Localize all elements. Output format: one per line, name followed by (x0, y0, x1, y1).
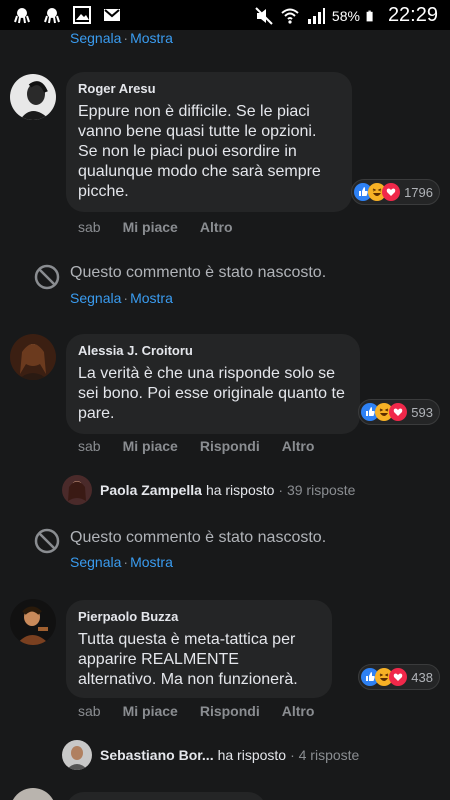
timestamp: sab (78, 438, 101, 454)
reply-author: Paola Zampella (100, 482, 202, 498)
hidden-comment-icon (34, 528, 60, 554)
reply-author: Sebastiano Bor... (100, 747, 214, 763)
show-link[interactable]: Mostra (130, 290, 173, 306)
report-link[interactable]: Segnala (70, 290, 121, 306)
system-indicators: 58% 22:29 (254, 4, 438, 27)
show-link[interactable]: Mostra (130, 554, 173, 570)
separator-dot: · (123, 290, 129, 306)
like-button[interactable]: Mi piace (123, 219, 178, 235)
comment-author[interactable]: Alessia J. Croitoru (78, 343, 348, 358)
octopus-icon (14, 8, 30, 24)
reaction-summary[interactable]: 593 (358, 399, 440, 425)
comment-bubble: Pierpaolo Buzza Tutta questa è meta-tatt… (66, 600, 332, 698)
comment-feed[interactable]: Segnala · Mostra Roger Aresu Eppure non è … (0, 30, 450, 800)
image-icon (73, 6, 91, 24)
comment-bubble: Roger Aresu Eppure non è difficile. Se l… (66, 72, 352, 212)
avatar[interactable] (10, 788, 56, 800)
wifi-icon (281, 8, 299, 24)
love-reaction-icon (389, 668, 408, 686)
status-bar: 58% 22:29 (0, 0, 450, 30)
hidden-comment-actions: Segnala · Mostra (70, 554, 173, 570)
reply-verb: ha risposto (205, 482, 275, 498)
avatar[interactable] (10, 74, 56, 120)
timestamp: sab (78, 219, 101, 235)
signal-icon (307, 7, 325, 24)
battery-icon (366, 10, 373, 21)
like-button[interactable]: Mi piace (123, 438, 178, 454)
separator-dot: · (123, 554, 129, 570)
timestamp: sab (78, 703, 101, 719)
comment-bubble: Alessia J. Croitoru La verità è che una … (66, 334, 360, 434)
more-button[interactable]: Altro (282, 703, 315, 719)
replies-preview[interactable]: Paola Zampella ha risposto · 39 risposte (62, 475, 355, 505)
avatar (62, 740, 92, 770)
comment-actions: sab Mi piace Rispondi Altro (78, 438, 336, 454)
hidden-comment-actions: Segnala · Mostra (70, 290, 173, 306)
reply-button[interactable]: Rispondi (200, 438, 260, 454)
separator-dot: · (123, 30, 129, 46)
show-link[interactable]: Mostra (130, 30, 173, 46)
like-button[interactable]: Mi piace (123, 703, 178, 719)
clock: 22:29 (387, 4, 438, 26)
mute-icon (255, 6, 273, 25)
more-button[interactable]: Altro (282, 438, 315, 454)
love-reaction-icon (389, 403, 408, 421)
reaction-count: 593 (411, 404, 433, 420)
comment-author[interactable]: Pierpaolo Buzza (78, 609, 320, 624)
reaction-summary[interactable]: 1796 (351, 179, 440, 205)
more-button[interactable]: Altro (200, 219, 233, 235)
hidden-comment-icon (34, 264, 60, 290)
comment-actions: sab Mi piace Rispondi Altro (78, 703, 336, 719)
love-reaction-icon (382, 183, 401, 201)
comment-text: Eppure non è difficile. Se le piaci vann… (78, 103, 321, 200)
hidden-comment-text: Questo commento è stato nascosto. (70, 264, 327, 281)
avatar[interactable] (10, 334, 56, 380)
reply-count: · 39 risposte (278, 482, 356, 498)
reply-button[interactable]: Rispondi (200, 703, 260, 719)
report-link[interactable]: Segnala (70, 30, 121, 46)
hidden-comment-actions: Segnala · Mostra (70, 30, 173, 46)
reaction-summary[interactable]: 438 (358, 664, 440, 690)
notification-icons (12, 5, 122, 25)
replies-preview[interactable]: Sebastiano Bor... ha risposto · 4 rispos… (62, 740, 359, 770)
reaction-count: 438 (411, 669, 433, 685)
reply-count: · 4 risposte (290, 747, 360, 763)
reply-verb: ha risposto (217, 747, 287, 763)
gmail-icon (104, 9, 120, 21)
comment-author[interactable]: Roger Aresu (78, 81, 340, 96)
avatar (62, 475, 92, 505)
hidden-comment-text: Questo commento è stato nascosto. (70, 529, 327, 546)
comment-text: La verità è che una risponde solo se sei… (78, 365, 345, 422)
reaction-count: 1796 (404, 184, 433, 200)
comment-bubble (66, 792, 266, 800)
comment-text: Tutta questa è meta-tattica per apparire… (78, 631, 298, 688)
avatar[interactable] (10, 599, 56, 645)
octopus-icon (44, 8, 60, 24)
comment-actions: sab Mi piace Altro (78, 219, 255, 235)
report-link[interactable]: Segnala (70, 554, 121, 570)
battery-percent: 58% (331, 7, 360, 24)
